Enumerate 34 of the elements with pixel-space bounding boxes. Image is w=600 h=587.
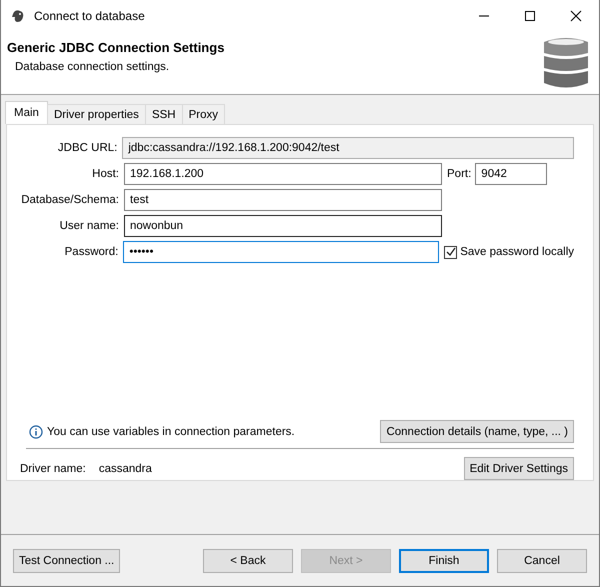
field-label: Port: xyxy=(447,168,472,180)
header-subtitle: Database connection settings. xyxy=(15,61,170,73)
driver-name: cassandra xyxy=(98,462,152,474)
checkbox[interactable] xyxy=(444,246,458,258)
input-field[interactable]: jdbc:cassandra://192.168.1.200:9042/test xyxy=(122,137,574,159)
password-field[interactable]: •••••• xyxy=(123,241,440,263)
field-label: Password: xyxy=(64,246,118,258)
input-field[interactable]: test xyxy=(124,189,442,211)
window-title: Connect to database xyxy=(34,9,146,23)
maximize-icon[interactable] xyxy=(524,10,536,22)
field-label: Database/Schema: xyxy=(20,194,119,206)
field-label: Host: xyxy=(91,168,119,180)
info-text: You can use variables in connection parameters. xyxy=(47,426,295,438)
driver-label: Driver name: xyxy=(20,462,86,474)
edit-driver-button[interactable]: Edit Driver Settings xyxy=(464,457,574,480)
checkbox-label: Save password locally xyxy=(460,246,574,258)
info-icon xyxy=(29,424,43,438)
input-field[interactable]: 9042 xyxy=(475,163,548,185)
dialog-button[interactable]: Test Connection ... xyxy=(13,548,120,572)
close-icon[interactable] xyxy=(570,10,582,22)
dialog-button[interactable]: < Back xyxy=(203,548,293,572)
tab[interactable]: Driver properties xyxy=(46,104,146,124)
connection-details-button[interactable]: Connection details (name, type, ... ) xyxy=(380,420,574,443)
dialog-button[interactable]: Cancel xyxy=(497,548,587,572)
tab[interactable]: Main xyxy=(5,101,48,124)
field-label: User name: xyxy=(58,220,119,232)
field-label: JDBC URL: xyxy=(56,142,118,154)
header-title: Generic JDBC Connection Settings xyxy=(7,40,224,55)
tab[interactable]: Proxy xyxy=(182,104,225,124)
dialog-button[interactable]: Finish xyxy=(399,548,489,572)
input-field[interactable]: 192.168.1.200 xyxy=(124,163,442,185)
input-field[interactable]: nowonbun xyxy=(124,215,442,237)
app-icon xyxy=(10,8,26,24)
database-icon xyxy=(542,36,590,90)
